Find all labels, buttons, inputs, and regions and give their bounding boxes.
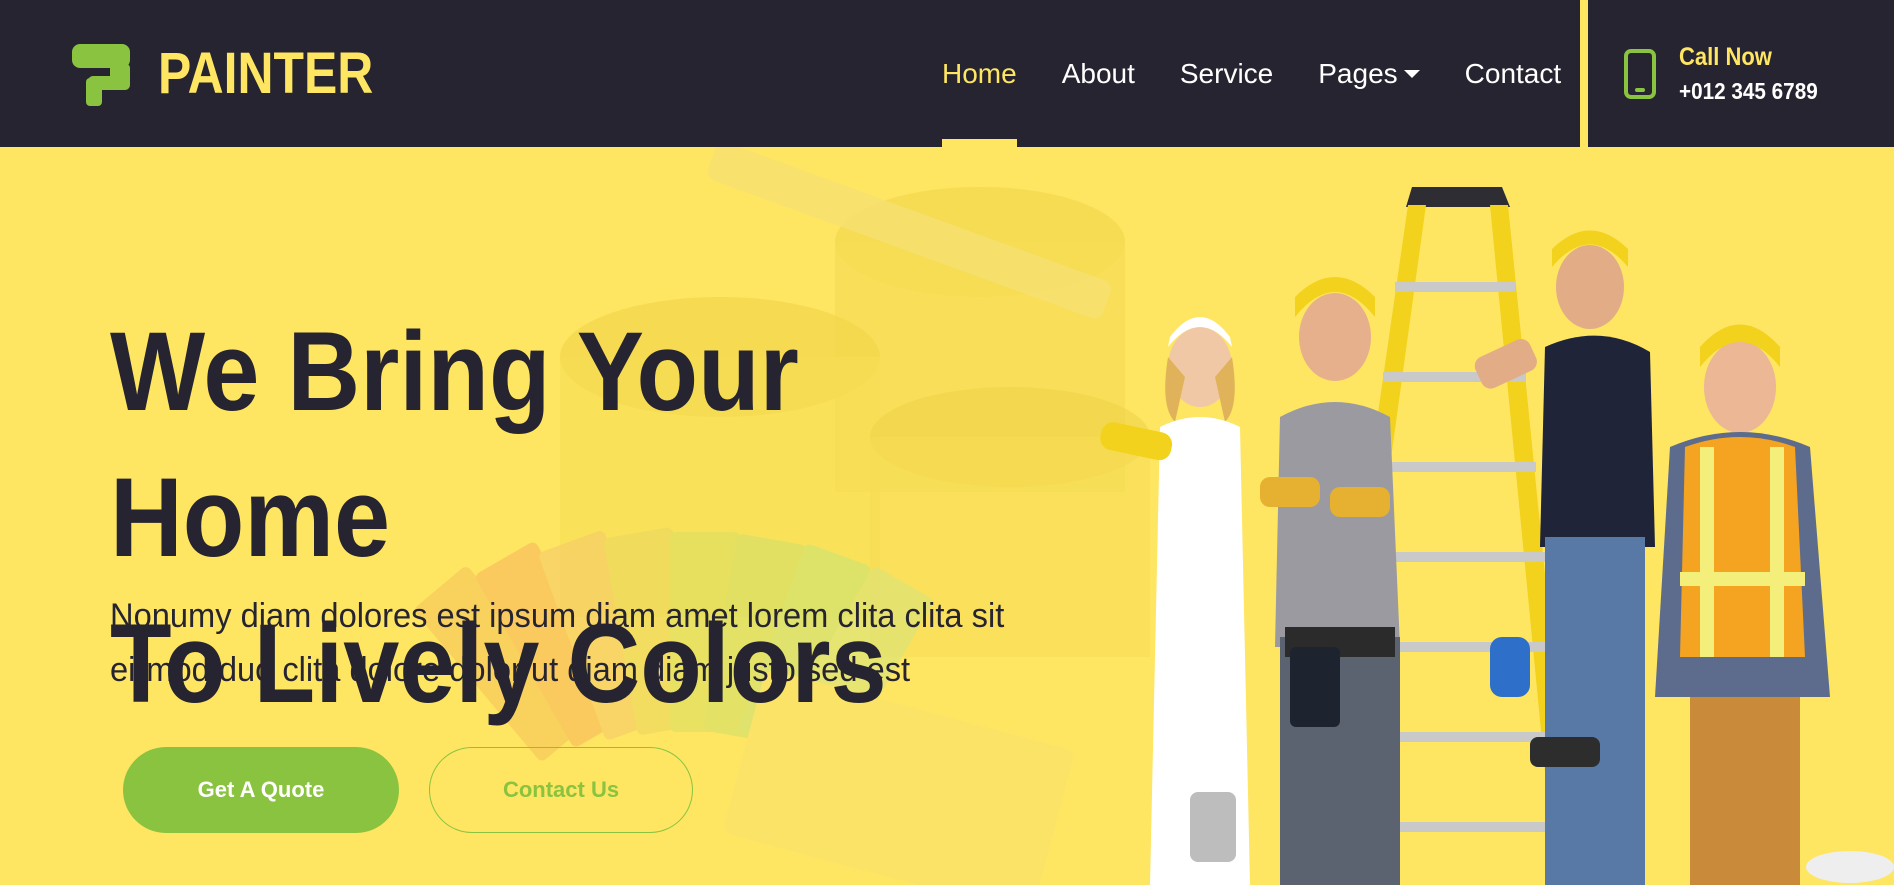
worker-orange-vest-figure — [1655, 324, 1894, 885]
hero-title-line-1: We Bring Your Home — [110, 309, 799, 580]
call-now-block[interactable]: Call Now +012 345 6789 — [1588, 0, 1894, 147]
brand-name: PAINTER — [158, 40, 374, 106]
hero-section: We Bring Your Home To Lively Colors Nonu… — [0, 147, 1894, 885]
get-a-quote-button[interactable]: Get A Quote — [123, 747, 399, 833]
paint-roller-icon — [72, 44, 130, 106]
caret-down-icon — [1403, 69, 1420, 78]
nav-item-service[interactable]: Service — [1180, 0, 1273, 147]
woman-painter-figure — [1100, 317, 1250, 885]
nav-item-pages[interactable]: Pages — [1318, 0, 1420, 147]
hero-subtitle: Nonumy diam dolores est ipsum diam amet … — [110, 589, 1118, 697]
worker-gray-shirt-figure — [1260, 277, 1400, 885]
nav-item-about[interactable]: About — [1062, 0, 1135, 147]
nav-divider — [1580, 0, 1588, 147]
nav-label: Pages — [1318, 57, 1398, 89]
hero-subtitle-line-1: Nonumy diam dolores est ipsum diam amet … — [110, 597, 1005, 635]
hero-subtitle-line-2: eirmod duo clita dolore dolor ut diam di… — [110, 651, 911, 689]
painters-team-image — [1100, 187, 1894, 885]
nav-label: About — [1061, 57, 1135, 89]
call-text: Call Now +012 345 6789 — [1679, 40, 1833, 108]
call-number: +012 345 6789 — [1679, 78, 1818, 104]
navbar: PAINTER Home About Service Pages Contact… — [0, 0, 1894, 147]
nav-label: Home — [942, 57, 1017, 89]
main-nav: Home About Service Pages Contact — [942, 0, 1606, 147]
mobile-phone-icon — [1624, 49, 1656, 99]
nav-item-contact[interactable]: Contact — [1465, 0, 1562, 147]
nav-label: Contact — [1464, 57, 1562, 89]
brand-logo[interactable]: PAINTER — [70, 40, 408, 106]
contact-us-button[interactable]: Contact Us — [429, 747, 693, 833]
nav-label: Service — [1179, 57, 1274, 89]
call-title: Call Now — [1679, 43, 1772, 71]
nav-item-home[interactable]: Home — [942, 0, 1017, 147]
